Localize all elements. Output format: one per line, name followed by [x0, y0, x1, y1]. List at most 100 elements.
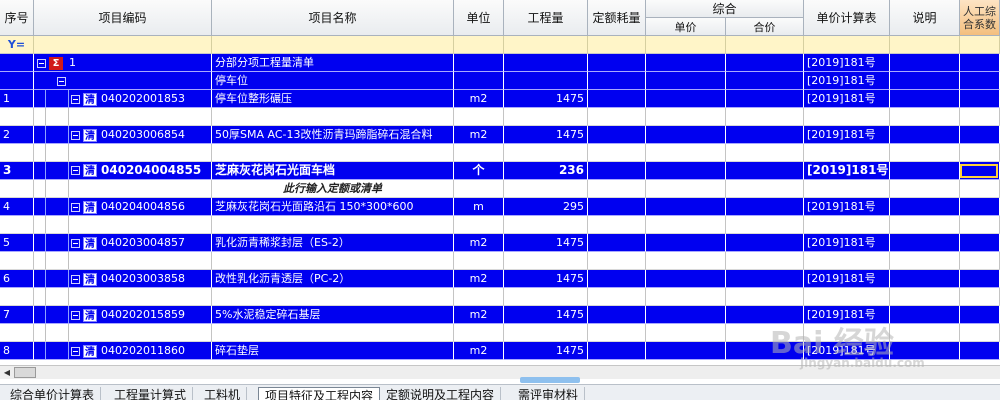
- cell-unit-price[interactable]: [646, 216, 726, 234]
- cell-labor[interactable]: [960, 234, 1000, 252]
- cell-calc[interactable]: [2019]181号: [804, 126, 890, 144]
- cell-quota[interactable]: [588, 198, 646, 216]
- cell-unit[interactable]: m: [454, 198, 504, 216]
- cell-quota[interactable]: [588, 162, 646, 180]
- cell-name[interactable]: [212, 216, 454, 234]
- cell-desc[interactable]: [890, 162, 960, 180]
- cell-labor[interactable]: [960, 108, 1000, 126]
- cell-unit-price[interactable]: [646, 198, 726, 216]
- cell-seq[interactable]: [0, 216, 34, 234]
- cell-qty[interactable]: 1475: [504, 270, 588, 288]
- selected-cell-cursor[interactable]: [960, 164, 998, 178]
- tab-4[interactable]: 定额说明及工程内容: [380, 387, 502, 400]
- cell-quota[interactable]: [588, 342, 646, 360]
- collapse-toggle-icon[interactable]: [71, 94, 80, 104]
- cell-unit[interactable]: [454, 144, 504, 162]
- cell-total-price[interactable]: [726, 90, 804, 108]
- filter-cell-unit[interactable]: [454, 36, 504, 54]
- cell-unit[interactable]: m2: [454, 270, 504, 288]
- cell-unit-price[interactable]: [646, 72, 726, 90]
- cell-calc[interactable]: [2019]181号: [804, 162, 890, 180]
- cell-unit[interactable]: [454, 54, 504, 72]
- cell-quota[interactable]: [588, 90, 646, 108]
- cell-name[interactable]: 改性乳化沥青透层（PC-2）: [212, 270, 454, 288]
- cell-seq[interactable]: 1: [0, 90, 34, 108]
- cell-seq[interactable]: [0, 144, 34, 162]
- cell-unit-price[interactable]: [646, 90, 726, 108]
- cell-unit-price[interactable]: [646, 234, 726, 252]
- cell-qty[interactable]: 236: [504, 162, 588, 180]
- header-unit-price[interactable]: 单价: [646, 18, 726, 36]
- cell-desc[interactable]: [890, 306, 960, 324]
- cell-code[interactable]: [34, 216, 212, 234]
- header-name[interactable]: 项目名称: [212, 0, 454, 36]
- cell-qty[interactable]: [504, 72, 588, 90]
- cell-code[interactable]: [34, 324, 212, 342]
- cell-code[interactable]: 清 040202011860: [34, 342, 212, 360]
- cell-total-price[interactable]: [726, 324, 804, 342]
- cell-quota[interactable]: [588, 234, 646, 252]
- table-row-spacer[interactable]: [0, 108, 1000, 126]
- cell-desc[interactable]: [890, 108, 960, 126]
- cell-total-price[interactable]: [726, 342, 804, 360]
- cell-calc[interactable]: [804, 288, 890, 306]
- cell-labor[interactable]: [960, 324, 1000, 342]
- cell-calc[interactable]: [804, 180, 890, 198]
- cell-total-price[interactable]: [726, 126, 804, 144]
- table-row[interactable]: 5 清 040203004857 乳化沥青稀浆封层（ES-2） m2 1475 [2019]…: [0, 234, 1000, 252]
- cell-desc[interactable]: [890, 342, 960, 360]
- cell-qty[interactable]: 1475: [504, 234, 588, 252]
- cell-calc[interactable]: [2019]181号: [804, 306, 890, 324]
- table-row[interactable]: 6 清 040203003858 改性乳化沥青透层（PC-2） m2 1475 [2019]…: [0, 270, 1000, 288]
- table-row[interactable]: 2 清 040203006854 50厚SMA AC-13改性沥青玛蹄脂碎石混合料 m2…: [0, 126, 1000, 144]
- cell-unit[interactable]: [454, 180, 504, 198]
- cell-code[interactable]: 清 040203006854: [34, 126, 212, 144]
- cell-code[interactable]: 清 040204004855: [34, 162, 212, 180]
- cell-calc[interactable]: [804, 108, 890, 126]
- cell-seq[interactable]: [0, 180, 34, 198]
- filter-cell-labor[interactable]: [960, 36, 1000, 54]
- cell-seq[interactable]: [0, 252, 34, 270]
- cell-code[interactable]: [34, 144, 212, 162]
- horizontal-scrollbar[interactable]: ◀: [0, 365, 1000, 379]
- cell-seq[interactable]: 6: [0, 270, 34, 288]
- cell-name[interactable]: 芝麻灰花岗石光面车档: [212, 162, 454, 180]
- cell-qty[interactable]: [504, 288, 588, 306]
- cell-unit[interactable]: m2: [454, 306, 504, 324]
- cell-desc[interactable]: [890, 216, 960, 234]
- cell-total-price[interactable]: [726, 306, 804, 324]
- cell-seq[interactable]: 3: [0, 162, 34, 180]
- cell-unit-price[interactable]: [646, 324, 726, 342]
- cell-name[interactable]: 停车位整形碾压: [212, 90, 454, 108]
- collapse-toggle-icon[interactable]: [37, 58, 46, 68]
- cell-unit[interactable]: m2: [454, 90, 504, 108]
- cell-unit-price[interactable]: [646, 144, 726, 162]
- cell-qty[interactable]: [504, 180, 588, 198]
- cell-code[interactable]: 清 040204004856: [34, 198, 212, 216]
- cell-name[interactable]: 50厚SMA AC-13改性沥青玛蹄脂碎石混合料: [212, 126, 454, 144]
- cell-qty[interactable]: 1475: [504, 306, 588, 324]
- table-row-spacer[interactable]: [0, 216, 1000, 234]
- cell-name[interactable]: 分部分项工程量清单: [212, 54, 454, 72]
- cell-desc[interactable]: [890, 198, 960, 216]
- cell-code[interactable]: [34, 72, 212, 90]
- collapse-toggle-icon[interactable]: [71, 130, 80, 140]
- cell-unit[interactable]: [454, 252, 504, 270]
- cell-calc[interactable]: [804, 324, 890, 342]
- cell-seq[interactable]: 5: [0, 234, 34, 252]
- cell-code[interactable]: 清 040203004857: [34, 234, 212, 252]
- cell-unit[interactable]: [454, 72, 504, 90]
- cell-seq[interactable]: [0, 324, 34, 342]
- cell-labor[interactable]: [960, 198, 1000, 216]
- table-row[interactable]: Σ 1 分部分项工程量清单 [2019]181号: [0, 54, 1000, 72]
- cell-quota[interactable]: [588, 288, 646, 306]
- cell-seq[interactable]: [0, 72, 34, 90]
- cell-calc[interactable]: [2019]181号: [804, 90, 890, 108]
- cell-seq[interactable]: [0, 108, 34, 126]
- table-row[interactable]: 8 清 040202011860 碎石垫层 m2 1475 [2019]181号: [0, 342, 1000, 360]
- cell-desc[interactable]: [890, 288, 960, 306]
- cell-unit-price[interactable]: [646, 306, 726, 324]
- cell-quota[interactable]: [588, 252, 646, 270]
- cell-calc[interactable]: [2019]181号: [804, 234, 890, 252]
- cell-unit-price[interactable]: [646, 288, 726, 306]
